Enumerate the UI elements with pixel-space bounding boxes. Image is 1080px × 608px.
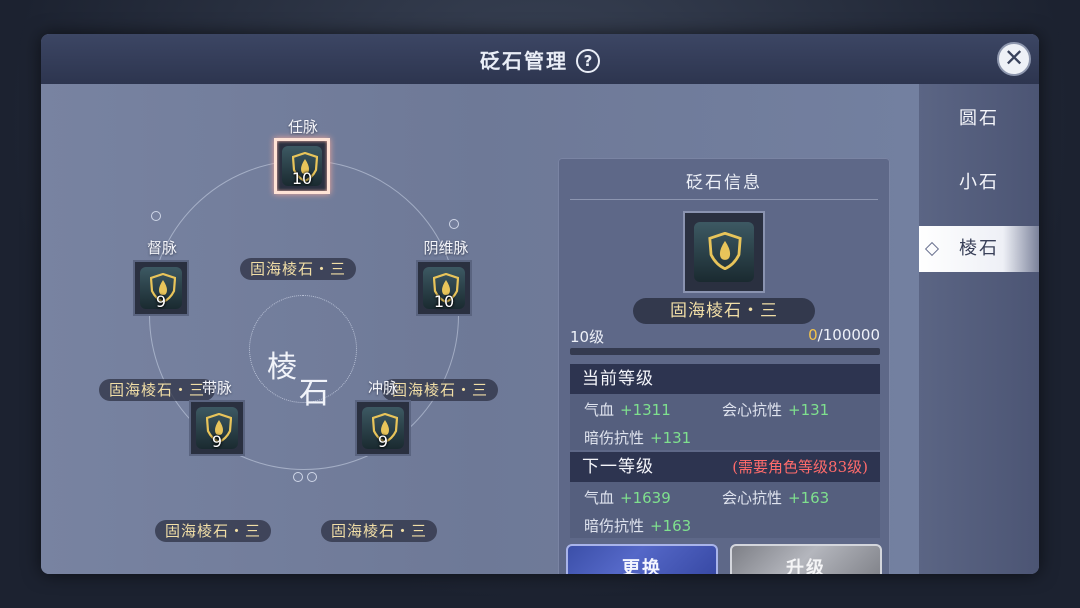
stone-management-dialog: 砭石管理? ✕ 棱 石 任脉 10 固海棱石・三 督脉 9 固海棱石・三 阴维脉… — [41, 34, 1039, 574]
dialog-title-text: 砭石管理 — [480, 49, 568, 73]
stone-info-panel: 砭石信息 固海棱石・三 10级 0/100000 当前等级 气血 +1311 会心… — [558, 158, 890, 574]
stat-value: +131 — [650, 429, 692, 447]
selected-gem-icon — [683, 211, 765, 293]
ring-node — [293, 472, 303, 482]
stat-label: 暗伤抗性 — [584, 429, 645, 447]
slot-level: 10 — [433, 292, 455, 311]
stone-type-tabs: 圆石 小石 棱石 — [919, 84, 1039, 574]
slot-gem-name: 固海棱石・三 — [321, 520, 438, 542]
stat-crit-resist: 会心抗性 +131 — [722, 399, 829, 420]
center-emblem-char: 棱 — [267, 350, 297, 385]
ring-node — [151, 211, 161, 221]
next-level-title: 下一等级 — [582, 457, 654, 477]
gem-slot-chongmai[interactable]: 9 — [355, 400, 411, 456]
stat-dark-resist: 暗伤抗性 +131 — [584, 427, 691, 448]
meridian-area: 棱 石 任脉 10 固海棱石・三 督脉 9 固海棱石・三 阴维脉 10 固海棱石… — [41, 84, 919, 574]
gem-tile: 10 — [282, 146, 322, 188]
gem-tile — [694, 222, 754, 282]
stat-label: 气血 — [584, 489, 615, 507]
meridian-name: 督脉 — [146, 239, 177, 257]
close-icon[interactable]: ✕ — [997, 42, 1031, 76]
gem-shield-icon — [708, 232, 742, 270]
tab-label: 棱石 — [959, 238, 999, 259]
slot-level: 9 — [211, 432, 223, 451]
upgrade-button[interactable]: 升级 — [730, 544, 882, 574]
help-icon[interactable]: ? — [576, 49, 600, 73]
slot-gem-name: 固海棱石・三 — [155, 520, 272, 542]
exp-max: /100000 — [817, 326, 880, 344]
title-bar: 砭石管理? ✕ — [41, 34, 1039, 85]
stat-label: 会心抗性 — [722, 489, 783, 507]
next-level-section: 下一等级 (需要角色等级83级) 气血 +1639 会心抗性 +163 暗伤抗性 +16… — [570, 452, 880, 538]
slot-level: 10 — [291, 169, 313, 188]
gem-tile: 9 — [362, 407, 404, 451]
tab-round-stone[interactable]: 圆石 — [919, 96, 1039, 142]
gem-slot-renmai[interactable]: 10 — [274, 138, 330, 194]
meridian-name: 冲脉 — [367, 379, 398, 397]
selected-gem-name: 固海棱石・三 — [633, 298, 815, 324]
divider — [570, 199, 878, 200]
ring-node — [307, 472, 317, 482]
stat-label: 会心抗性 — [722, 401, 783, 419]
stat-value: +1311 — [620, 401, 671, 419]
dialog-title: 砭石管理? — [41, 45, 1039, 74]
gem-slot-dumai[interactable]: 9 — [133, 260, 189, 316]
gem-tile: 9 — [140, 267, 182, 311]
active-tab-marker-icon — [924, 241, 940, 257]
stat-hp: 气血 +1639 — [584, 487, 671, 508]
meridian-name: 阴维脉 — [423, 239, 469, 257]
meridian-name: 任脉 — [287, 118, 318, 136]
slot-level: 9 — [155, 292, 167, 311]
gem-slot-daimai[interactable]: 9 — [189, 400, 245, 456]
stat-value: +163 — [788, 489, 830, 507]
stat-row: 气血 +1311 会心抗性 +131 — [570, 394, 880, 422]
exp-current: 0 — [808, 326, 818, 344]
stat-row: 暗伤抗性 +131 — [570, 422, 880, 450]
gem-tile: 9 — [196, 407, 238, 451]
stat-value: +131 — [788, 401, 830, 419]
stat-dark-resist: 暗伤抗性 +163 — [584, 515, 691, 536]
stat-row: 暗伤抗性 +163 — [570, 510, 880, 538]
stat-label: 暗伤抗性 — [584, 517, 645, 535]
current-level-section: 当前等级 气血 +1311 会心抗性 +131 暗伤抗性 +131 — [570, 364, 880, 450]
stat-value: +163 — [650, 517, 692, 535]
gem-exp: 0/100000 — [808, 326, 880, 344]
replace-button[interactable]: 更换 — [566, 544, 718, 574]
stat-label: 气血 — [584, 401, 615, 419]
stat-row: 气血 +1639 会心抗性 +163 — [570, 482, 880, 510]
tab-small-stone[interactable]: 小石 — [919, 160, 1039, 206]
stat-value: +1639 — [620, 489, 671, 507]
stat-hp: 气血 +1311 — [584, 399, 671, 420]
gem-slot-yinweimai[interactable]: 10 — [416, 260, 472, 316]
gem-tile: 10 — [423, 267, 465, 311]
slot-level: 9 — [377, 432, 389, 451]
current-level-header: 当前等级 — [570, 364, 880, 394]
ring-node — [449, 219, 459, 229]
tab-edge-stone[interactable]: 棱石 — [919, 226, 1039, 272]
exp-progress-bar — [570, 348, 880, 355]
slot-gem-name: 固海棱石・三 — [240, 258, 357, 280]
level-requirement: (需要角色等级83级) — [732, 458, 868, 476]
info-panel-title: 砭石信息 — [686, 173, 762, 193]
center-emblem-char: 石 — [299, 376, 329, 411]
next-level-header: 下一等级 (需要角色等级83级) — [570, 452, 880, 482]
gem-level: 10级 — [570, 328, 605, 346]
meridian-name: 带脉 — [201, 379, 232, 397]
stat-crit-resist: 会心抗性 +163 — [722, 487, 829, 508]
